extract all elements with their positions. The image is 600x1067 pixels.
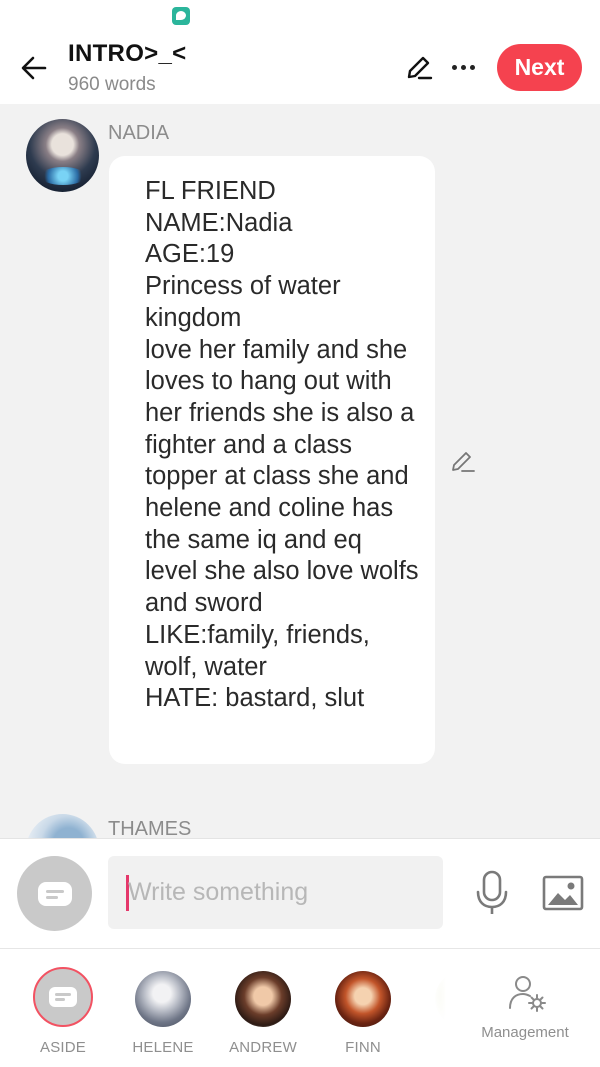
aside-text-icon	[37, 881, 72, 906]
edit-message-button[interactable]	[448, 446, 478, 476]
avatar	[135, 971, 191, 1027]
message-input[interactable]	[128, 870, 428, 915]
status-bar	[0, 0, 600, 32]
user-settings-icon	[509, 976, 546, 1012]
pencil-icon	[407, 56, 433, 80]
speaker-name: NADIA	[108, 122, 170, 144]
title-block: INTRO>_< 960 words	[68, 40, 186, 96]
management-button[interactable]: Management	[452, 949, 600, 1067]
character-finn[interactable]: FINN	[323, 971, 403, 1061]
speaker-avatar-thames[interactable]	[26, 814, 99, 838]
speaker-name: THAMES	[108, 818, 192, 838]
image-button[interactable]	[541, 871, 585, 915]
pencil-icon	[452, 452, 475, 472]
header: INTRO>_< 960 words Next	[0, 32, 600, 104]
image-icon	[542, 875, 584, 911]
edit-title-button[interactable]	[402, 50, 436, 84]
back-button[interactable]	[14, 48, 54, 88]
character-label: FINN	[345, 1039, 381, 1056]
character-andrew[interactable]: ANDREW	[223, 971, 303, 1061]
microphone-icon	[476, 870, 508, 914]
ellipsis-icon	[451, 64, 457, 70]
next-button[interactable]: Next	[497, 44, 582, 91]
message-text: FL FRIEND NAME:Nadia AGE:19 Princess of …	[145, 177, 419, 713]
aside-avatar	[33, 967, 93, 1027]
more-options-button[interactable]	[446, 50, 480, 84]
management-label: Management	[481, 1024, 569, 1041]
arrow-left-icon	[21, 56, 47, 80]
message-bubble[interactable]: FL FRIEND NAME:Nadia AGE:19 Princess of …	[109, 156, 435, 764]
character-label: ASIDE	[39, 1039, 86, 1056]
character-bar: ASIDE HELENE ANDREW FINN Management	[0, 948, 600, 1067]
word-count: 960 words	[68, 74, 156, 95]
message-input-box[interactable]	[108, 856, 443, 929]
character-label: HELENE	[132, 1039, 194, 1056]
speaker-avatar-nadia[interactable]	[26, 119, 99, 192]
character-label: ANDREW	[229, 1039, 297, 1056]
composer	[0, 838, 600, 948]
chat-area[interactable]: NADIA FL FRIEND NAME:Nadia AGE:19 Prince…	[0, 104, 600, 838]
microphone-button[interactable]	[472, 869, 512, 917]
aside-text-icon	[49, 987, 77, 1007]
avatar	[235, 971, 291, 1027]
character-aside[interactable]: ASIDE	[23, 967, 103, 1061]
avatar	[335, 971, 391, 1027]
chat-bubble-icon	[172, 7, 190, 25]
aside-toggle-button[interactable]	[17, 856, 92, 931]
character-helene[interactable]: HELENE	[123, 971, 203, 1061]
page-title: INTRO>_<	[68, 40, 187, 67]
